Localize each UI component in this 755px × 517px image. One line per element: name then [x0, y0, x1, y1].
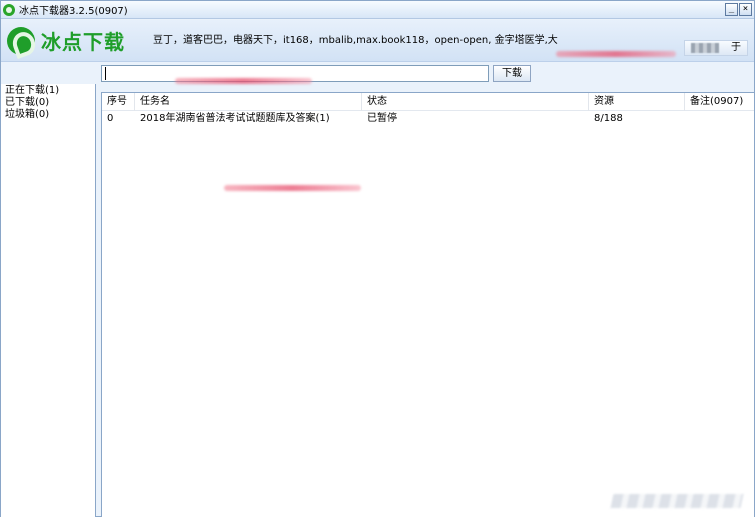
- table-row[interactable]: 0 2018年湖南省普法考试试题题库及答案(1) 已暂停 8/188: [102, 111, 754, 127]
- column-header-note[interactable]: 备注(0907): [685, 93, 755, 111]
- minimize-button[interactable]: _: [725, 3, 738, 16]
- close-button[interactable]: ×: [739, 3, 752, 16]
- column-header-source[interactable]: 资源: [589, 93, 685, 111]
- column-header-task-name[interactable]: 任务名: [135, 93, 362, 111]
- redacted-text-3: [224, 185, 361, 191]
- window-title: 冰点下载器3.2.5(0907): [19, 6, 128, 17]
- window-controls: _ ×: [725, 3, 752, 16]
- sidebar-item-downloaded[interactable]: 已下载(0): [1, 97, 95, 109]
- sidebar: 正在下载(1) 已下载(0) 垃圾箱(0): [1, 84, 96, 517]
- redacted-avatar: [691, 43, 719, 53]
- supported-sites-text: 豆丁，道客巴巴，电器天下，it168，mbalib,max.book118，op…: [153, 35, 558, 46]
- column-header-status[interactable]: 状态: [362, 93, 589, 111]
- cell-note: [685, 111, 755, 127]
- cell-index: 0: [107, 113, 114, 124]
- user-box[interactable]: 于: [684, 40, 748, 56]
- app-logo-icon: [3, 3, 15, 16]
- task-list: 序号 任务名 状态 资源 备注(0907) 0 2018年湖南省普法考试试题题库…: [101, 92, 754, 517]
- cell-task-name: 2018年湖南省普法考试试题题库及答案(1): [140, 113, 330, 124]
- logo: 冰点下载: [7, 26, 125, 55]
- cell-status: 已暂停: [367, 113, 397, 124]
- redacted-text-1: [556, 51, 676, 57]
- text-caret: [105, 67, 106, 80]
- redacted-text-2: [175, 78, 312, 84]
- watermark: [610, 494, 744, 508]
- user-label: 于: [731, 42, 741, 53]
- sidebar-item-downloading[interactable]: 正在下载(1): [1, 85, 95, 97]
- app-window: 冰点下载器3.2.5(0907) _ × 冰点下载 豆丁，道客巴巴，电器天下，i…: [0, 0, 755, 517]
- download-button[interactable]: 下载: [493, 65, 531, 82]
- header-band: 冰点下载 豆丁，道客巴巴，电器天下，it168，mbalib,max.book1…: [1, 20, 754, 62]
- sidebar-item-trash[interactable]: 垃圾箱(0): [1, 109, 95, 121]
- column-header-index[interactable]: 序号: [102, 93, 135, 111]
- cell-source: 8/188: [594, 113, 623, 124]
- logo-text: 冰点下载: [41, 30, 125, 54]
- list-header: 序号 任务名 状态 资源 备注(0907): [102, 93, 754, 111]
- logo-mark-icon: [7, 26, 35, 55]
- title-bar[interactable]: 冰点下载器3.2.5(0907) _ ×: [1, 1, 754, 19]
